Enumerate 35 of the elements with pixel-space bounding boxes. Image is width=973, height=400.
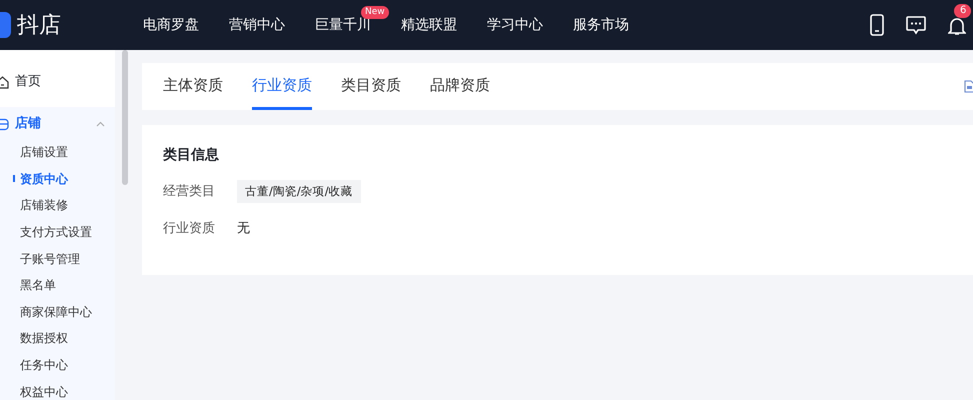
submenu-item[interactable]: 商家保障中心 bbox=[20, 302, 92, 321]
submenu-item[interactable]: 数据授权 bbox=[20, 329, 68, 348]
field-label: 经营类目 bbox=[163, 182, 215, 201]
submenu-item[interactable]: 任务中心 bbox=[20, 356, 68, 374]
phone-icon[interactable] bbox=[870, 14, 884, 36]
active-marker bbox=[13, 175, 15, 182]
bell-icon[interactable] bbox=[948, 16, 966, 36]
sidebar-item[interactable]: 店铺 bbox=[15, 114, 41, 134]
tab[interactable]: 品牌资质 bbox=[430, 63, 490, 110]
nav-link[interactable]: 精选联盟 bbox=[401, 14, 457, 36]
scrollbar[interactable] bbox=[122, 50, 128, 185]
logo-text[interactable]: 抖店 bbox=[17, 8, 61, 42]
section-title: 类目信息 bbox=[163, 146, 220, 165]
submenu-item[interactable]: 店铺设置 bbox=[20, 143, 68, 162]
nav-link[interactable]: 电商罗盘 bbox=[143, 14, 199, 36]
sidebar-item[interactable]: 首页 bbox=[15, 72, 41, 92]
nav-link[interactable]: 营销中心 bbox=[229, 14, 285, 36]
submenu-item[interactable]: 黑名单 bbox=[20, 276, 56, 294]
submenu-item[interactable]: 支付方式设置 bbox=[20, 223, 92, 242]
message-icon[interactable] bbox=[906, 16, 926, 34]
nav-link[interactable]: 学习中心 bbox=[487, 14, 543, 36]
nav-link[interactable]: 服务市场 bbox=[573, 14, 629, 36]
field-label: 行业资质 bbox=[163, 220, 215, 238]
tab[interactable]: 主体资质 bbox=[163, 63, 223, 110]
category-tag: 古董/陶瓷/杂项/收藏 bbox=[237, 180, 361, 204]
new-badge: New bbox=[361, 6, 389, 19]
document-icon[interactable] bbox=[964, 80, 973, 93]
submenu-item[interactable]: 权益中心 bbox=[20, 382, 68, 400]
submenu-item[interactable]: 资质中心 bbox=[20, 170, 68, 188]
field-value: 无 bbox=[237, 220, 250, 238]
tab[interactable]: 行业资质 bbox=[252, 63, 312, 110]
submenu-item[interactable]: 子账号管理 bbox=[20, 250, 80, 268]
tab[interactable]: 类目资质 bbox=[341, 63, 401, 110]
submenu-item[interactable]: 店铺装修 bbox=[20, 196, 68, 214]
notification-badge: 6 bbox=[954, 4, 972, 18]
